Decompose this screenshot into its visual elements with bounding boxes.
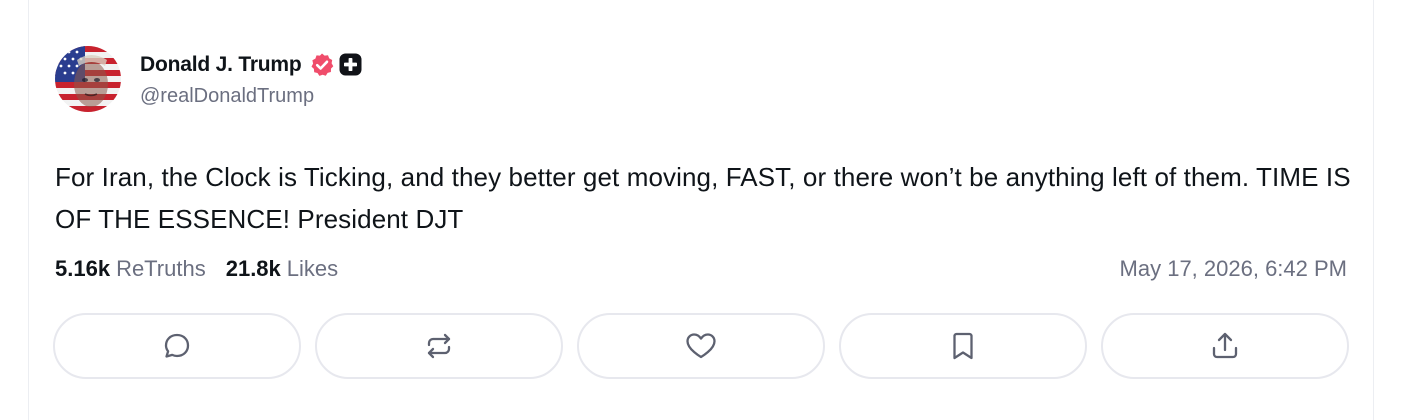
- retruth-icon: [427, 333, 451, 359]
- author-display-name[interactable]: Donald J. Trump: [140, 53, 302, 77]
- plus-member-icon: [339, 53, 362, 76]
- post-stats: 5.16k ReTruths 21.8k Likes: [55, 256, 358, 282]
- retruths-stat[interactable]: 5.16k ReTruths: [55, 256, 206, 282]
- avatar[interactable]: [55, 46, 121, 112]
- name-row: Donald J. Trump: [140, 51, 362, 79]
- reply-icon: [164, 333, 190, 358]
- retruth-button[interactable]: [315, 313, 563, 379]
- author-handle[interactable]: @realDonaldTrump: [140, 85, 362, 108]
- post-timestamp[interactable]: May 17, 2026, 6:42 PM: [1120, 256, 1347, 282]
- post-header: Donald J. Trump @realDonaldTrump: [55, 46, 362, 112]
- likes-stat[interactable]: 21.8k Likes: [226, 256, 338, 282]
- avatar-image: [55, 46, 121, 112]
- heart-icon: [686, 333, 716, 359]
- retruths-label: ReTruths: [116, 256, 206, 281]
- post-body-text: For Iran, the Clock is Ticking, and they…: [55, 162, 1358, 234]
- action-bar: [53, 313, 1349, 379]
- reply-button[interactable]: [53, 313, 301, 379]
- likes-count: 21.8k: [225, 256, 281, 281]
- verified-badge-icon: [309, 52, 335, 78]
- bookmark-button[interactable]: [839, 313, 1087, 379]
- retruths-count: 5.16k: [55, 256, 111, 281]
- share-button[interactable]: [1101, 313, 1349, 379]
- likes-label: Likes: [286, 256, 339, 281]
- bookmark-icon: [953, 332, 973, 360]
- like-button[interactable]: [577, 313, 825, 379]
- author-identity: Donald J. Trump @realDonaldTrump: [140, 51, 362, 108]
- share-icon: [1212, 332, 1238, 359]
- post-card: Donald J. Trump @realDonaldTrump For Ira…: [28, 0, 1374, 420]
